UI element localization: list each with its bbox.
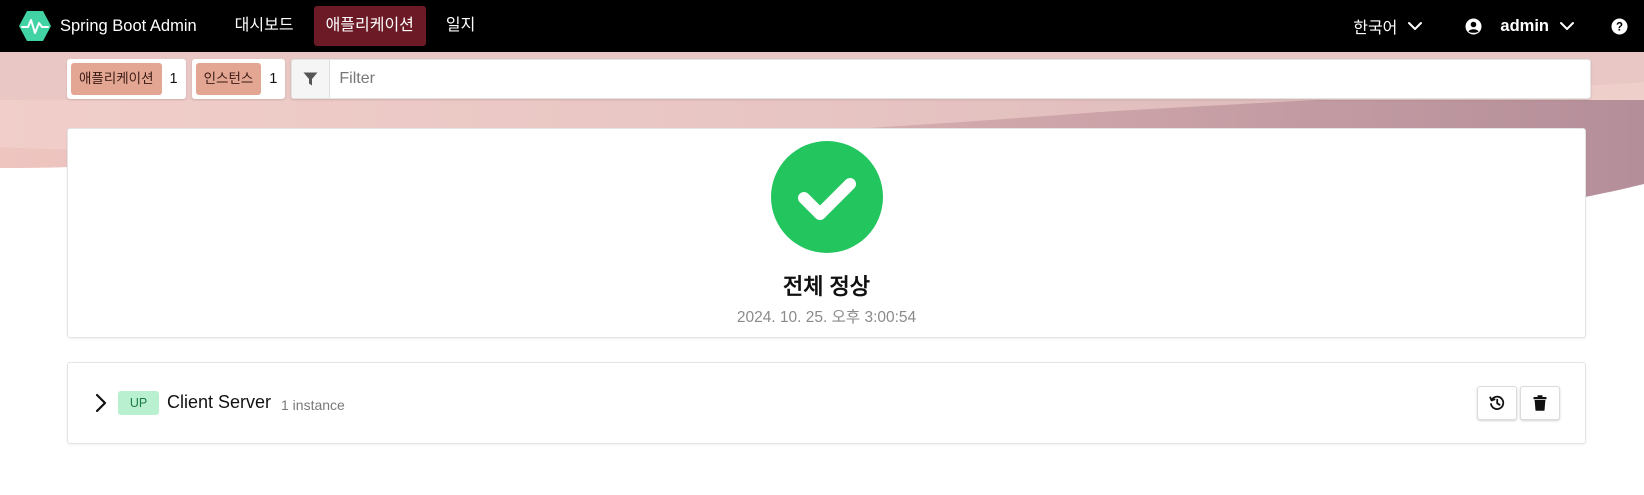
application-name[interactable]: Client Server [167,392,271,413]
status-title: 전체 정상 [782,274,871,299]
user-menu[interactable]: admin [1465,17,1575,36]
counter-label-instances: 인스턴스 [195,63,262,95]
chevron-down-icon [1560,22,1574,30]
chevron-down-icon [1408,22,1423,30]
counter-value-applications: 1 [169,71,178,87]
svg-text:?: ? [1616,21,1623,33]
instances-counter: 인스턴스 1 [191,59,286,99]
brand[interactable]: Spring Boot Admin [18,0,223,52]
filter-box [291,59,1592,99]
health-status-card: 전체 정상 2024. 10. 25. 오후 3:00:54 [67,128,1586,338]
navbar-right: 한국어 admin ? [1353,0,1644,52]
trash-icon [1533,395,1547,411]
status-badge: UP [118,391,159,415]
filter-icon [303,72,318,86]
filter-toolbar: 애플리케이션 1 인스턴스 1 [67,59,1592,99]
brand-name: Spring Boot Admin [60,16,197,35]
history-button[interactable] [1477,386,1517,420]
top-navbar: Spring Boot Admin 대시보드 애플리케이션 일지 한국어 adm… [0,0,1644,52]
language-label: 한국어 [1353,20,1398,37]
question-circle-icon[interactable]: ? [1611,18,1628,35]
user-circle-icon [1465,18,1482,34]
heartbeat-logo-icon [19,11,51,41]
instance-count: 1 instance [281,397,345,413]
delete-button[interactable] [1520,386,1560,420]
language-selector[interactable]: 한국어 [1353,14,1423,38]
check-circle-icon [771,141,883,253]
application-card: UP Client Server 1 instance [67,362,1586,444]
counter-label-applications: 애플리케이션 [71,63,162,95]
nav-item-applications[interactable]: 애플리케이션 [313,6,426,46]
filter-icon-wrapper [292,60,331,98]
filter-input[interactable] [330,60,1591,98]
history-icon [1489,395,1505,410]
nav-item-dashboard[interactable]: 대시보드 [223,6,306,46]
status-timestamp: 2024. 10. 25. 오후 3:00:54 [736,309,917,326]
nav-item-journal[interactable]: 일지 [434,6,487,46]
chevron-right-icon[interactable] [93,393,109,413]
counter-value-instances: 1 [269,71,278,87]
user-name: admin [1500,16,1549,35]
applications-counter: 애플리케이션 1 [67,59,186,99]
